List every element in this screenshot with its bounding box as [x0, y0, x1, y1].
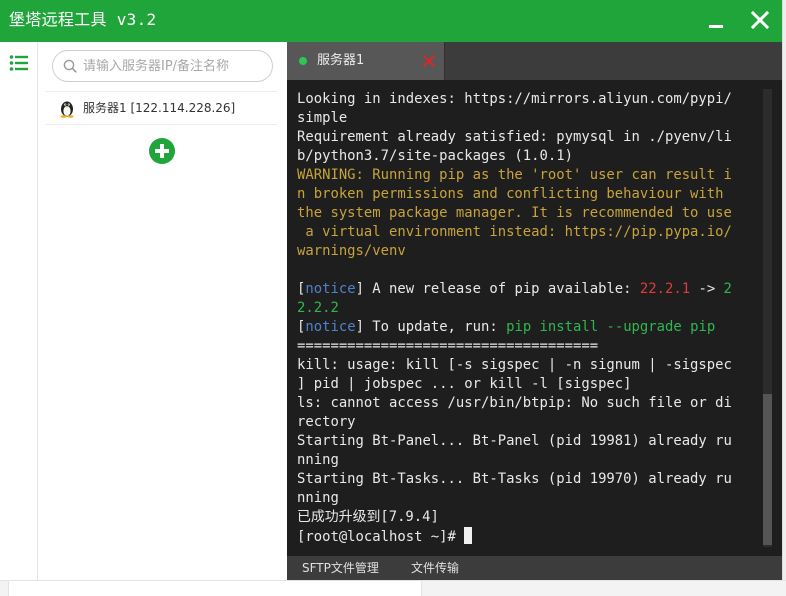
server-list-item[interactable]: 服务器1 [122.114.228.26] — [46, 91, 277, 125]
connected-status-dot — [299, 57, 307, 65]
close-x-icon[interactable] — [423, 55, 435, 67]
terminal-line: Looking in indexes: https://mirrors.aliy… — [297, 90, 757, 109]
status-strip — [0, 580, 786, 596]
title-bar: 堡塔远程工具 v3.2 — [0, 0, 782, 42]
sftp-file-manager-tab[interactable]: SFTP文件管理 — [302, 560, 379, 576]
terminal-line: 2.2.2 — [297, 299, 757, 318]
terminal-line-segment: a virtual environment instead: https://p… — [297, 224, 732, 240]
terminal-line-segment: simple — [297, 110, 348, 126]
terminal-line: WARNING: Running pip as the 'root' user … — [297, 166, 757, 185]
terminal-line-segment: nning — [297, 452, 339, 468]
terminal-line: warnings/venv — [297, 242, 757, 261]
terminal-line-segment: ls: cannot access /usr/bin/btpip: No suc… — [297, 395, 732, 411]
terminal-line: kill: usage: kill [-s sigspec | -n signu… — [297, 356, 757, 375]
close-icon[interactable] — [746, 6, 774, 34]
terminal-line-segment: ] pid | jobspec ... or kill -l [sigspec] — [297, 376, 632, 392]
terminal-line: the system package manager. It is recomm… — [297, 204, 757, 223]
terminal-cursor — [464, 527, 473, 544]
terminal-line-segment: nning — [297, 490, 339, 506]
terminal-line: [notice] A new release of pip available:… — [297, 280, 757, 299]
terminal-line: ==================================== — [297, 337, 757, 356]
terminal-line-segment: 已成功升级到[7.9.4] — [297, 509, 439, 525]
terminal-line-segment: Requirement already satisfied: pymysql i… — [297, 129, 732, 145]
terminal-line-segment: 22.2.1 — [639, 281, 691, 297]
terminal-line-segment: 2.2.2 — [297, 300, 339, 316]
tab-server-1[interactable]: 服务器1 — [287, 42, 445, 80]
list-menu-icon[interactable] — [9, 54, 29, 72]
terminal-line-segment: Looking in indexes: https://mirrors.aliy… — [297, 91, 732, 107]
search-box — [52, 50, 273, 82]
minimize-icon[interactable] — [702, 6, 730, 34]
search-input[interactable] — [83, 55, 268, 77]
terminal-line-segment: Starting Bt-Panel... Bt-Panel (pid 19981… — [297, 433, 732, 449]
left-rail — [0, 42, 38, 580]
terminal-line: [root@localhost ~]# — [297, 527, 757, 546]
add-server-button[interactable] — [149, 138, 175, 164]
terminal-line-segment: 2 — [723, 281, 732, 297]
terminal-line-segment: -> — [690, 281, 724, 297]
terminal-line-segment: n broken permissions and conflicting beh… — [297, 186, 732, 202]
terminal-line-segment: Starting Bt-Tasks... Bt-Tasks (pid 19970… — [297, 471, 732, 487]
terminal-line: Starting Bt-Tasks... Bt-Tasks (pid 19970… — [297, 470, 757, 489]
terminal-line-segment: warnings/venv — [297, 243, 406, 259]
terminal-line: simple — [297, 109, 757, 128]
terminal-line-segment: the system package manager. It is recomm… — [297, 205, 732, 221]
app-title: 堡塔远程工具 v3.2 — [9, 10, 157, 29]
terminal-line: ls: cannot access /usr/bin/btpip: No suc… — [297, 394, 757, 413]
terminal-line-segment: kill: usage: kill [-s sigspec | -n signu… — [297, 357, 732, 373]
terminal-line: n broken permissions and conflicting beh… — [297, 185, 757, 204]
terminal-line: ] pid | jobspec ... or kill -l [sigspec] — [297, 375, 757, 394]
terminal-line-segment: ==================================== — [297, 338, 599, 354]
server-panel: 服务器1 [122.114.228.26] — [38, 42, 287, 580]
terminal-line: a virtual environment instead: https://p… — [297, 223, 757, 242]
file-transfer-tab[interactable]: 文件传输 — [411, 560, 459, 576]
terminal-line: rectory — [297, 413, 757, 432]
terminal-text: Looking in indexes: https://mirrors.aliy… — [297, 90, 757, 546]
status-box — [8, 581, 422, 596]
terminal-line-segment: pip install --upgrade pip — [506, 319, 716, 335]
terminal-output[interactable]: Looking in indexes: https://mirrors.aliy… — [287, 80, 782, 556]
terminal-line: nning — [297, 451, 757, 470]
terminal-scrollbar[interactable] — [763, 89, 772, 547]
linux-tux-icon — [60, 101, 74, 118]
scrollbar-thumb[interactable] — [763, 394, 772, 545]
terminal-line-segment: notice — [305, 281, 356, 297]
server-label: 服务器1 [122.114.228.26] — [83, 101, 236, 115]
search-icon — [63, 59, 77, 73]
session-tab-bar: 服务器1 — [287, 42, 782, 80]
terminal-line: [notice] To update, run: pip install --u… — [297, 318, 757, 337]
tab-label: 服务器1 — [317, 53, 365, 68]
terminal-line: nning — [297, 489, 757, 508]
terminal-line: Starting Bt-Panel... Bt-Panel (pid 19981… — [297, 432, 757, 451]
terminal-line-segment: ] To update, run: — [355, 319, 507, 335]
terminal-line-segment: WARNING: Running pip as the 'root' user … — [297, 167, 732, 183]
terminal-line-segment: [root@localhost ~]# — [297, 529, 465, 545]
terminal-line-segment: b/python3.7/site-packages (1.0.1) — [297, 148, 573, 164]
terminal-line: Requirement already satisfied: pymysql i… — [297, 128, 757, 147]
bottom-tool-bar: SFTP文件管理 文件传输 — [287, 556, 782, 580]
terminal-line-segment: notice — [305, 319, 356, 335]
terminal-line: b/python3.7/site-packages (1.0.1) — [297, 147, 757, 166]
terminal-line: 已成功升级到[7.9.4] — [297, 508, 757, 527]
terminal-line-segment: ] A new release of pip available: — [355, 281, 640, 297]
terminal-line-segment: rectory — [297, 414, 356, 430]
window-right-edge — [782, 0, 786, 580]
